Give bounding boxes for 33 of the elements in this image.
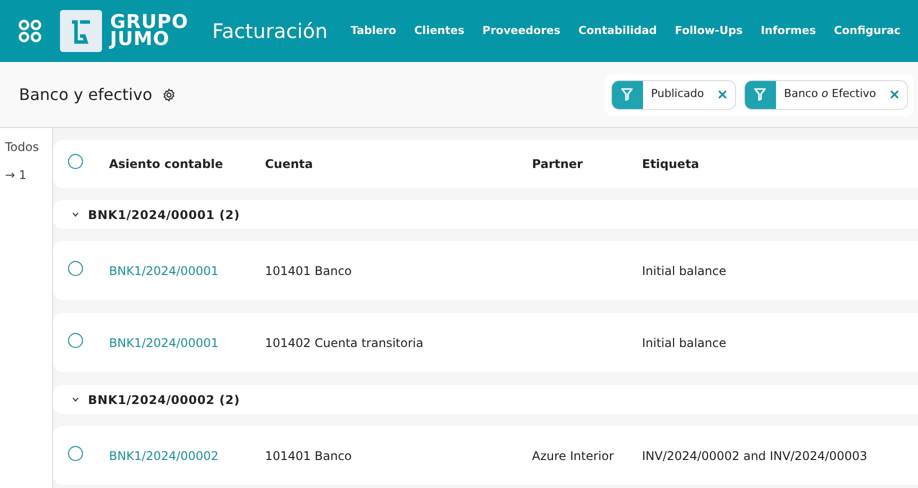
column-header[interactable]: Etiqueta: [642, 157, 700, 171]
menu-item[interactable]: Follow-Ups: [666, 22, 752, 40]
brand-name: JUMO: [110, 31, 170, 48]
group-label: BNK1/2024/00002 (2): [88, 392, 240, 408]
facet-label: Banco o Efectivo: [782, 86, 877, 102]
group-label: BNK1/2024/00001 (2): [88, 206, 240, 224]
column-header[interactable]: Partner: [532, 157, 583, 171]
group-row[interactable]: BNK1/2024/00002 (2): [53, 385, 918, 414]
table-cell: Initial balance: [642, 264, 726, 278]
brand-name: GRUPO: [110, 14, 188, 31]
menu-item[interactable]: Informes: [752, 22, 825, 40]
menu-item[interactable]: Proveedores: [473, 22, 570, 40]
menu-item[interactable]: Contabilidad: [569, 22, 666, 40]
table-cell: 101401 Banco: [265, 264, 352, 278]
table-cell: Initial balance: [642, 336, 726, 350]
table-cell: Azure Interior: [532, 448, 614, 462]
side-panel-item[interactable]: Todos: [5, 138, 52, 156]
entry-link[interactable]: BNK1/2024/00001: [109, 336, 219, 350]
table-cell: INV/2024/00002 and INV/2024/00003: [642, 448, 868, 462]
menu-item[interactable]: Clientes: [405, 22, 474, 40]
menu-item[interactable]: Configurac: [824, 22, 910, 40]
app-title[interactable]: Facturación: [212, 16, 328, 46]
column-header[interactable]: Cuenta: [265, 157, 313, 171]
entry-link[interactable]: BNK1/2024/00001: [109, 264, 219, 278]
side-panel-item[interactable]: → 1: [5, 166, 52, 184]
table-cell: 101401 Banco: [265, 448, 352, 462]
table-cell: 101402 Cuenta transitoria: [265, 336, 424, 350]
column-header[interactable]: Asiento contable: [109, 157, 223, 171]
group-row[interactable]: BNK1/2024/00001 (2): [53, 200, 918, 229]
entry-link[interactable]: BNK1/2024/00002: [109, 448, 219, 462]
menu-item[interactable]: Tablero: [342, 22, 406, 40]
page-title: Banco y efectivo: [19, 84, 152, 106]
facet-label: Publicado: [650, 86, 705, 102]
